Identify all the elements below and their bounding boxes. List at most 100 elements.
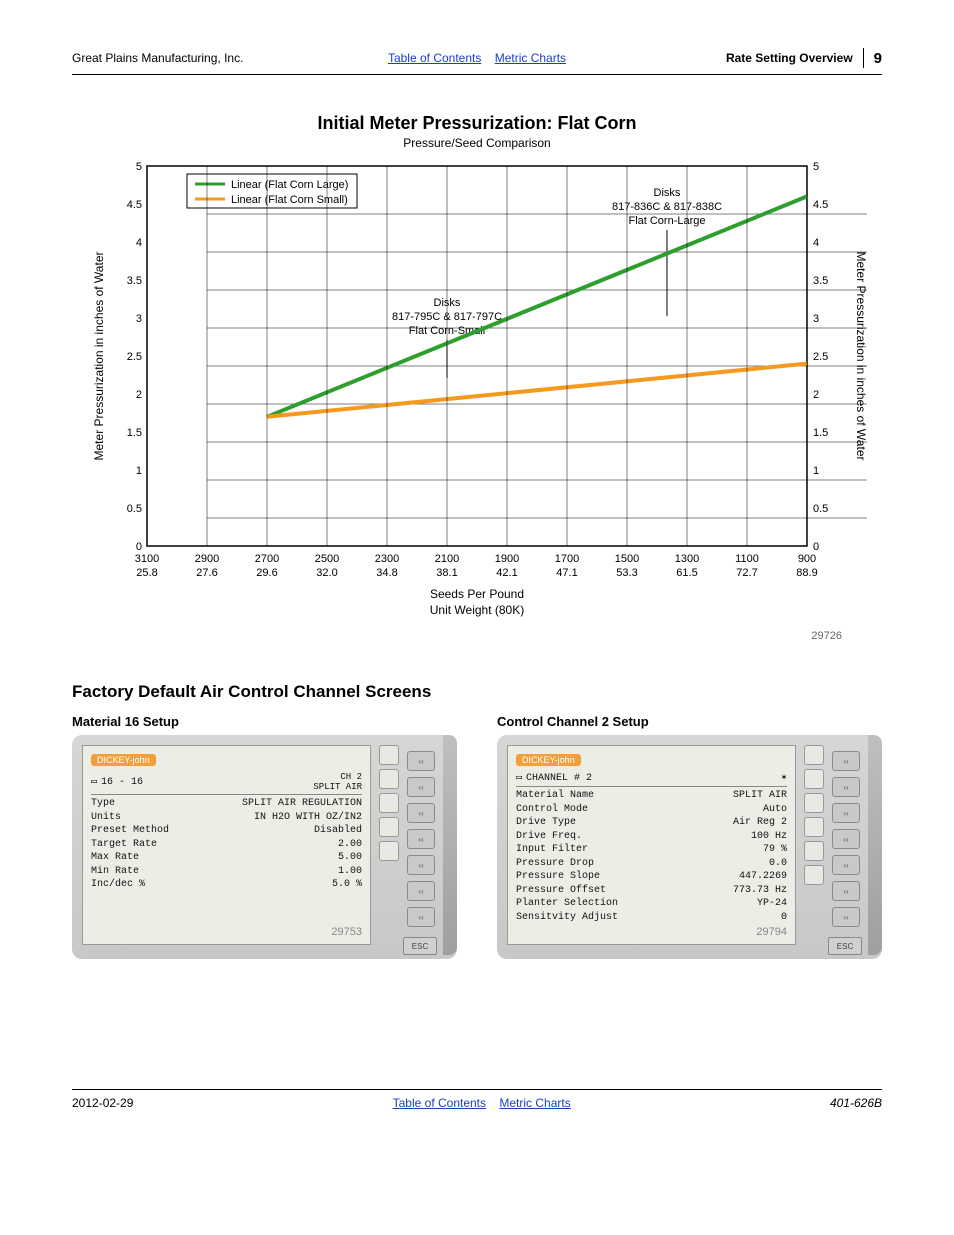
device-button[interactable]: ‹‹ xyxy=(832,803,860,823)
svg-text:1900: 1900 xyxy=(495,553,519,565)
svg-text:4.5: 4.5 xyxy=(813,199,828,211)
link-metric-charts[interactable]: Metric Charts xyxy=(495,51,566,65)
xlabel-seeds: Seeds Per Pound xyxy=(430,587,524,601)
screen-row: Planter SelectionYP-24 xyxy=(516,897,787,911)
side-icon[interactable] xyxy=(804,769,824,789)
svg-text:61.5: 61.5 xyxy=(676,567,697,579)
svg-text:25.8: 25.8 xyxy=(136,567,157,579)
screen-right: DICKEY-john ▭ CHANNEL # 2 ✶ Material Nam… xyxy=(507,745,796,945)
screen-row: Material NameSPLIT AIR xyxy=(516,789,787,803)
figure-id: 29726 xyxy=(72,630,842,642)
device-button[interactable]: ‹‹ xyxy=(407,829,435,849)
svg-text:38.1: 38.1 xyxy=(436,567,457,579)
section-name: Rate Setting Overview xyxy=(726,51,853,65)
screen-row: UnitsIN H2O WITH OZ/IN2 xyxy=(91,811,362,825)
svg-text:34.8: 34.8 xyxy=(376,567,397,579)
annot-large-l2: Flat Corn-Large xyxy=(628,215,705,227)
svg-text:72.7: 72.7 xyxy=(736,567,757,579)
svg-text:2300: 2300 xyxy=(375,553,399,565)
footer-date: 2012-02-29 xyxy=(72,1096,133,1110)
screen-row: Sensitvity Adjust0 xyxy=(516,911,787,925)
screen-row: Pressure Slope447.2269 xyxy=(516,870,787,884)
svg-text:1: 1 xyxy=(136,465,142,477)
device-button[interactable]: ‹‹ xyxy=(832,829,860,849)
side-icon[interactable] xyxy=(804,865,824,885)
device-button[interactable]: ‹‹ xyxy=(407,855,435,875)
screen-row: Min Rate1.00 xyxy=(91,865,362,879)
svg-text:4.5: 4.5 xyxy=(127,199,142,211)
side-icon[interactable] xyxy=(379,817,399,837)
esc-button[interactable]: ESC xyxy=(828,937,862,955)
page-header: Great Plains Manufacturing, Inc. Table o… xyxy=(72,48,882,68)
screen-row: Drive TypeAir Reg 2 xyxy=(516,816,787,830)
screen-row: Control ModeAuto xyxy=(516,803,787,817)
brand-badge: DICKEY-john xyxy=(516,754,581,766)
footer-link-toc[interactable]: Table of Contents xyxy=(393,1096,486,1110)
ylabel-right: Meter Pressurization in inches of Water xyxy=(854,252,867,461)
device-button[interactable]: ‹‹ xyxy=(407,777,435,797)
link-toc[interactable]: Table of Contents xyxy=(388,51,481,65)
device-button[interactable]: ‹‹ xyxy=(832,751,860,771)
side-icon[interactable] xyxy=(804,817,824,837)
chart-title: Initial Meter Pressurization: Flat Corn xyxy=(72,113,882,134)
svg-text:5: 5 xyxy=(136,161,142,173)
svg-text:1500: 1500 xyxy=(615,553,639,565)
page-number: 9 xyxy=(874,50,882,67)
device-button[interactable]: ‹‹ xyxy=(832,881,860,901)
legend-small: Linear (Flat Corn Small) xyxy=(231,194,348,206)
footer-link-metric[interactable]: Metric Charts xyxy=(499,1096,570,1110)
left-panel-title: Material 16 Setup xyxy=(72,714,457,729)
esc-button[interactable]: ESC xyxy=(403,937,437,955)
button-column-right: ‹‹ ‹‹ ‹‹ ‹‹ ‹‹ ‹‹ ‹‹ xyxy=(832,745,860,945)
device-button[interactable]: ‹‹ xyxy=(832,777,860,797)
screen-left: DICKEY-john ▭ 16 - 16 CH 2 SPLIT AIR Typ… xyxy=(82,745,371,945)
svg-text:3: 3 xyxy=(136,313,142,325)
screen-row: Target Rate2.00 xyxy=(91,838,362,852)
svg-text:3.5: 3.5 xyxy=(127,275,142,287)
device-right: DICKEY-john ▭ CHANNEL # 2 ✶ Material Nam… xyxy=(497,735,882,959)
screen-header-left: 16 - 16 xyxy=(101,777,309,788)
chart-subtitle: Pressure/Seed Comparison xyxy=(72,136,882,150)
side-icon[interactable] xyxy=(804,841,824,861)
footer-doc-id: 401-626B xyxy=(830,1096,882,1110)
screen-row: Preset MethodDisabled xyxy=(91,824,362,838)
svg-text:1100: 1100 xyxy=(735,553,759,565)
section-heading: Factory Default Air Control Channel Scre… xyxy=(72,682,882,702)
side-icon[interactable] xyxy=(379,745,399,765)
svg-text:2: 2 xyxy=(136,389,142,401)
company-name: Great Plains Manufacturing, Inc. xyxy=(72,51,325,65)
device-button[interactable]: ‹‹ xyxy=(407,907,435,927)
side-icon[interactable] xyxy=(804,793,824,813)
screen-header-right: CH 2 SPLIT AIR xyxy=(313,772,362,792)
page-footer: 2012-02-29 Table of Contents Metric Char… xyxy=(72,1089,882,1110)
svg-text:47.1: 47.1 xyxy=(556,567,577,579)
screen-right-id: 29794 xyxy=(756,926,787,938)
svg-text:0.5: 0.5 xyxy=(127,503,142,515)
xlabel-weight: Unit Weight (80K) xyxy=(430,603,524,617)
svg-text:2900: 2900 xyxy=(195,553,219,565)
brand-badge: DICKEY-john xyxy=(91,754,156,766)
side-icon[interactable] xyxy=(804,745,824,765)
device-button[interactable]: ‹‹ xyxy=(407,751,435,771)
screen-row: Pressure Offset773.73 Hz xyxy=(516,884,787,898)
svg-text:2: 2 xyxy=(813,389,819,401)
svg-text:88.9: 88.9 xyxy=(796,567,817,579)
svg-text:1300: 1300 xyxy=(675,553,699,565)
svg-text:0.5: 0.5 xyxy=(813,503,828,515)
side-icon[interactable] xyxy=(379,841,399,861)
svg-text:2.5: 2.5 xyxy=(127,351,142,363)
device-button[interactable]: ‹‹ xyxy=(832,855,860,875)
svg-text:0: 0 xyxy=(813,541,819,553)
svg-text:32.0: 32.0 xyxy=(316,567,337,579)
annot-large-l1: 817-836C & 817-838C xyxy=(612,201,722,213)
svg-text:53.3: 53.3 xyxy=(616,567,637,579)
side-icon[interactable] xyxy=(379,769,399,789)
device-button[interactable]: ‹‹ xyxy=(407,881,435,901)
device-button[interactable]: ‹‹ xyxy=(832,907,860,927)
device-left: DICKEY-john ▭ 16 - 16 CH 2 SPLIT AIR Typ… xyxy=(72,735,457,959)
device-button[interactable]: ‹‹ xyxy=(407,803,435,823)
side-icon[interactable] xyxy=(379,793,399,813)
svg-text:3.5: 3.5 xyxy=(813,275,828,287)
gear-icon: ✶ xyxy=(781,772,787,784)
svg-text:3100: 3100 xyxy=(135,553,159,565)
